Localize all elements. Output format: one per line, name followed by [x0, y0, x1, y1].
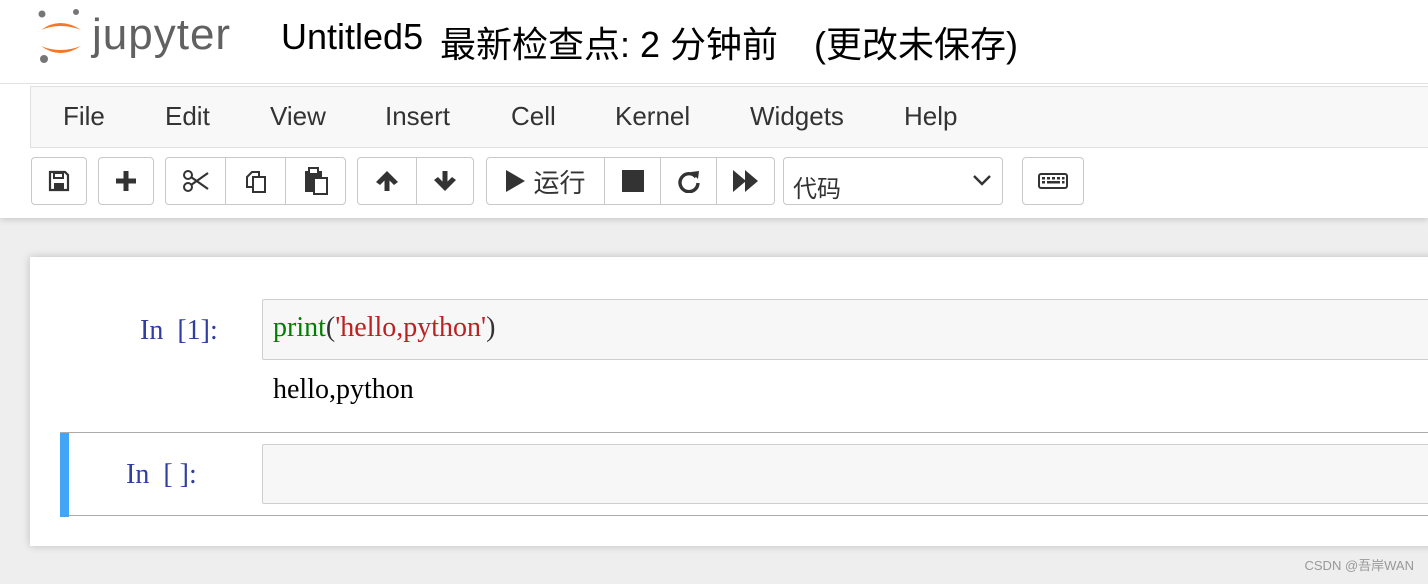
paste-icon: [304, 167, 328, 195]
jupyter-logo-icon: [38, 9, 81, 63]
cell-input[interactable]: [262, 444, 1428, 504]
chevron-down-icon: [973, 175, 991, 186]
cell-prompt: In [ ]:: [126, 459, 197, 490]
stop-icon: [621, 170, 644, 192]
save-button[interactable]: [31, 157, 87, 205]
paste-button[interactable]: [285, 157, 346, 205]
run-button[interactable]: 运行: [486, 157, 605, 205]
code-line: print('hello,python'): [273, 312, 495, 344]
title-bar: jupyter Untitled5 最新检查点: 2 分钟前 (更改未保存): [0, 0, 1428, 84]
menu-view[interactable]: View: [270, 101, 326, 132]
interrupt-button[interactable]: [604, 157, 661, 205]
menu-kernel[interactable]: Kernel: [615, 101, 690, 132]
run-label: 运行: [533, 167, 586, 198]
notebook-name[interactable]: Untitled5: [281, 16, 423, 58]
menu-insert[interactable]: Insert: [385, 101, 450, 132]
move-down-button[interactable]: [416, 157, 474, 205]
copy-button[interactable]: [225, 157, 286, 205]
save-icon: [48, 170, 70, 192]
cell-prompt: In [1]:: [140, 315, 218, 346]
cell-type-value: 代码: [793, 176, 841, 203]
toolbar: 运行 代码: [0, 157, 1428, 209]
cell-input[interactable]: print('hello,python'): [262, 299, 1428, 360]
insert-cell-button[interactable]: [98, 157, 154, 205]
code-cell-selected[interactable]: In [ ]:: [60, 432, 1428, 517]
code-paren-close: ): [486, 312, 496, 343]
code-builtin: print: [273, 312, 326, 343]
menu-help[interactable]: Help: [904, 101, 957, 132]
watermark: CSDN @吾岸WAN: [1304, 558, 1415, 573]
arrow-down-icon: [434, 171, 456, 191]
restart-run-all-button[interactable]: [716, 157, 775, 205]
checkpoint-status: 最新检查点: 2 分钟前: [440, 24, 779, 65]
selected-cell-indicator: [60, 433, 69, 517]
menu-edit[interactable]: Edit: [165, 101, 210, 132]
menu-cell[interactable]: Cell: [511, 101, 556, 132]
fast-forward-icon: [732, 170, 758, 192]
jupyter-logo[interactable]: jupyter: [36, 8, 256, 68]
logo-text: jupyter: [92, 10, 232, 59]
code-string: 'hello,python': [335, 312, 487, 343]
notebook-container: In [1]: print('hello,python') hello,pyth…: [30, 257, 1428, 546]
move-up-button[interactable]: [357, 157, 417, 205]
restart-icon: [677, 171, 700, 193]
command-palette-button[interactable]: [1022, 157, 1084, 205]
autosave-status: (更改未保存): [814, 24, 1018, 65]
menu-file[interactable]: File: [63, 101, 105, 132]
arrow-up-icon: [376, 171, 398, 191]
code-paren-open: (: [325, 312, 336, 343]
menubar: File Edit View Insert Cell Kernel Widget…: [30, 86, 1428, 148]
cut-button[interactable]: [165, 157, 226, 205]
play-icon: [506, 170, 526, 192]
plus-icon: [116, 171, 136, 191]
keyboard-icon: [1038, 173, 1068, 189]
scissors-icon: [182, 170, 209, 192]
copy-icon: [245, 171, 266, 193]
cell-output: hello,python: [273, 374, 414, 405]
cell-type-select[interactable]: 代码: [783, 157, 1003, 205]
menu-widgets[interactable]: Widgets: [750, 101, 844, 132]
restart-button[interactable]: [660, 157, 717, 205]
header: jupyter Untitled5 最新检查点: 2 分钟前 (更改未保存) F…: [0, 0, 1428, 218]
